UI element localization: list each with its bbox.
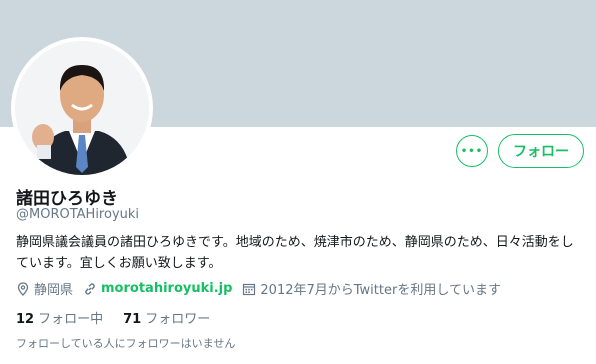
profile-actions: ••• フォロー xyxy=(456,134,584,168)
followers-count: 71 xyxy=(123,312,142,327)
profile-stats: 12 フォロー中 71 フォロワー xyxy=(16,308,230,327)
more-button[interactable]: ••• xyxy=(456,135,488,167)
followers-stat[interactable]: 71 フォロワー xyxy=(123,308,210,327)
joined-item: 2012年7月からTwitterを利用しています xyxy=(242,279,501,298)
joined-text: 2012年7月からTwitterを利用しています xyxy=(260,283,501,298)
location-item: 静岡県 xyxy=(16,279,73,298)
profile-bio: 静岡県議会議員の諸田ひろゆきです。地域のため、焼津市のため、静岡県のため、日々活… xyxy=(16,235,574,271)
followers-label: フォロワー xyxy=(145,312,211,327)
following-stat[interactable]: 12 フォロー中 xyxy=(16,308,103,327)
location-text: 静岡県 xyxy=(34,283,74,298)
location-icon xyxy=(17,281,29,296)
following-count: 12 xyxy=(16,312,35,327)
avatar[interactable] xyxy=(15,41,149,175)
profile-meta: 静岡県 morotahiroyuki.jp 2012年7月からTwitterを利… xyxy=(16,279,511,298)
followers-you-know-note: フォローしている人にフォロワーはいません xyxy=(16,337,236,350)
follow-button-label: フォロー xyxy=(513,144,569,160)
website-link[interactable]: morotahiroyuki.jp xyxy=(101,281,232,296)
website-item: morotahiroyuki.jp xyxy=(83,281,232,296)
profile-handle: @MOROTAHiroyuki xyxy=(16,207,140,222)
more-icon: ••• xyxy=(460,145,484,157)
avatar-ring xyxy=(11,37,153,179)
link-icon xyxy=(85,282,95,295)
profile-name: 諸田ひろゆき xyxy=(16,189,118,209)
calendar-icon xyxy=(243,283,256,295)
follow-button[interactable]: フォロー xyxy=(498,134,584,168)
following-label: フォロー中 xyxy=(38,312,104,327)
